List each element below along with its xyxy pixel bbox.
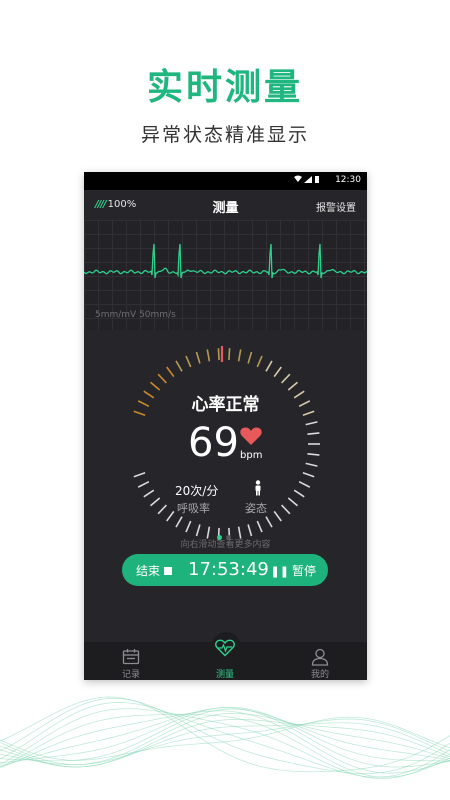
tab-measure[interactable]: 测量	[178, 639, 272, 680]
gauge-tick	[137, 480, 150, 488]
pause-button[interactable]: ❚❚ 暂停	[271, 562, 316, 579]
elapsed-timer: 17:53:49	[188, 559, 269, 580]
respiration-value: 20次/分	[175, 484, 219, 498]
wifi-signal-battery-icon	[294, 175, 319, 183]
posture-label: 姿态	[245, 502, 267, 515]
end-button[interactable]: 结束	[136, 562, 173, 579]
gauge-tick	[149, 497, 161, 507]
gauge-tick	[307, 432, 320, 435]
promo-subtitle: 异常状态精准显示	[140, 124, 309, 146]
gauge-tick	[157, 504, 167, 515]
gauge-tick	[206, 349, 211, 362]
gauge-tick	[149, 381, 161, 391]
gauge-tick	[175, 360, 183, 372]
status-bar: 12:30	[84, 172, 367, 190]
wave-line	[0, 708, 450, 779]
gauge-tick	[157, 373, 167, 384]
gauge-tick	[217, 348, 220, 361]
gauge-tick	[265, 516, 273, 528]
ecg-scale-label: 5mm/mV 50mm/s	[95, 310, 176, 320]
status-icons	[293, 175, 323, 187]
gauge-tick	[281, 504, 291, 515]
posture-person-icon	[255, 480, 261, 496]
gauge-tick	[247, 524, 253, 537]
gauge-tick	[166, 366, 175, 378]
respiration-label: 呼吸率	[177, 502, 210, 515]
gauge-tick	[305, 462, 318, 467]
gauge-tick	[298, 480, 311, 488]
heart-rate-unit: bpm	[240, 450, 263, 461]
status-time: 12:30	[335, 175, 361, 185]
gauge-tick	[281, 373, 291, 384]
gauge-tick	[185, 355, 192, 368]
gauge-tick	[307, 453, 320, 456]
promo-title: 实时测量	[146, 67, 303, 108]
gauge-tick	[175, 516, 183, 528]
gauge-tick	[256, 520, 263, 533]
bottom-tab-bar: 记录 测量 我的	[84, 639, 367, 680]
tab-label-records: 记录	[121, 670, 140, 680]
app-header: ////100% 测量 报警设置	[84, 190, 367, 220]
tab-profile[interactable]: 我的	[273, 642, 367, 680]
gauge-tick	[287, 497, 299, 507]
heart-status-text: 心率正常	[191, 395, 260, 415]
pause-icon: ❚❚	[270, 565, 289, 578]
gauge-tick	[247, 351, 253, 364]
gauge-tick	[228, 348, 231, 361]
gauge-tick	[302, 471, 315, 478]
gauge-tick	[195, 351, 201, 364]
gauge-tick	[166, 510, 175, 522]
calendar-icon	[122, 649, 140, 665]
user-icon	[311, 648, 329, 666]
gauge-tick	[273, 366, 282, 378]
gauge-tick	[265, 360, 273, 372]
gauge-tick	[305, 421, 318, 426]
decorative-waves	[0, 696, 450, 779]
measurement-control-bar: 结束 17:53:49 ❚❚ 暂停	[122, 554, 328, 586]
tab-records[interactable]: 记录	[84, 642, 178, 680]
heart-icon	[240, 427, 262, 445]
tab-label-measure: 测量	[215, 670, 234, 680]
swipe-hint: 向右滑动查看更多内容	[180, 540, 271, 550]
wave-line	[0, 706, 450, 764]
heart-rate-value: 69	[188, 420, 239, 466]
gauge-tick	[256, 355, 263, 368]
gauge-tick	[133, 471, 146, 478]
gauge-tick	[195, 524, 201, 537]
gauge-tick	[143, 489, 155, 498]
phone-screen: 12:30 ////100% 测量 报警设置 5mm/mV 50mm/s 心率正…	[84, 172, 367, 680]
gauge-tick	[273, 510, 282, 522]
alarm-settings-button[interactable]: 报警设置	[316, 199, 356, 214]
gauge-tick	[237, 349, 242, 362]
pause-label: 暂停	[291, 564, 316, 578]
gauge-tick	[287, 381, 299, 391]
end-label: 结束	[136, 564, 161, 578]
stop-icon	[164, 567, 173, 575]
gauge-tick	[185, 520, 192, 533]
tab-label-profile: 我的	[310, 670, 329, 680]
gauge-tick	[293, 489, 305, 498]
heartbeat-icon	[215, 639, 235, 657]
wave-line	[0, 712, 450, 766]
